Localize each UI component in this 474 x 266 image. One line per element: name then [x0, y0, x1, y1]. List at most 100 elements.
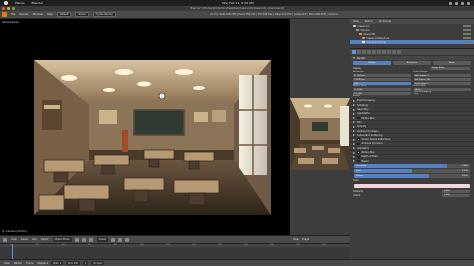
- properties-panel-header[interactable]: Bloom: [350, 158, 474, 163]
- object-type-icon: [359, 32, 362, 36]
- snap-icon[interactable]: [118, 237, 123, 242]
- start-frame-field[interactable]: Start: 1: [51, 261, 64, 265]
- properties-tab-icon[interactable]: [397, 50, 401, 54]
- image-editor-panel[interactable]: [290, 19, 350, 235]
- render-engine-select[interactable]: Cycles Render: [92, 12, 116, 17]
- timeline-ruler[interactable]: 0 20 40 60 80 100 120 140 160 180 200 220 240: [0, 244, 350, 247]
- bloom-color-swatch[interactable]: [354, 184, 470, 189]
- maximize-window-icon[interactable]: [12, 7, 15, 10]
- timeline-tick-label: 20: [36, 244, 39, 246]
- pivot-point-icon[interactable]: [81, 237, 86, 242]
- resolution-x-field[interactable]: X: 1920 px: [353, 73, 411, 78]
- properties-tab-icon[interactable]: [377, 50, 381, 54]
- visibility-toggle-icon[interactable]: [463, 41, 471, 43]
- menu-file[interactable]: File: [11, 13, 15, 16]
- properties-tab-icon[interactable]: [362, 50, 366, 54]
- battery-icon[interactable]: [461, 1, 464, 5]
- shading-mode-icon[interactable]: [74, 237, 79, 242]
- properties-editor[interactable]: Render Render Animation Audio Display Im…: [350, 49, 474, 259]
- timeline-tick-label: 160: [218, 244, 222, 246]
- visibility-toggle-icon[interactable]: [463, 29, 471, 31]
- visibility-toggle-icon[interactable]: [463, 33, 471, 35]
- properties-tab-icon[interactable]: [357, 50, 361, 54]
- visibility-toggle-icon[interactable]: [463, 37, 471, 39]
- bloom-slider[interactable]: Knee 0.500: [354, 168, 470, 173]
- interaction-mode-select[interactable]: Object Mode: [52, 237, 72, 242]
- 3d-viewport[interactable]: Camera Persp (1) Camera (dummy): [0, 19, 290, 235]
- timeline-header: View Marker Frame Playback Start: 1 End:…: [0, 259, 474, 266]
- viewport-menu-select[interactable]: Select: [21, 238, 28, 241]
- timeline-editor[interactable]: 0 20 40 60 80 100 120 140 160 180 200 220 240: [0, 243, 350, 260]
- menubar-item-blender[interactable]: Blender: [32, 1, 44, 5]
- screen-layout-select[interactable]: Default: [56, 12, 72, 17]
- viewport-menu-view[interactable]: View: [11, 238, 17, 241]
- menubar-clock[interactable]: Mon Feb 11, 9:08 AM: [222, 1, 254, 5]
- panel-enable-checkbox[interactable]: [357, 159, 360, 163]
- render-animation-button[interactable]: Animation: [393, 61, 431, 65]
- layers-icon[interactable]: [111, 237, 116, 242]
- render-preview-icon[interactable]: [125, 237, 130, 242]
- properties-tab-icon[interactable]: [352, 50, 356, 54]
- crop-label[interactable]: Crop: [414, 93, 472, 95]
- menu-help[interactable]: Help: [47, 13, 53, 16]
- close-window-icon[interactable]: [2, 7, 5, 10]
- sync-mode-select[interactable]: No Sync: [91, 261, 105, 265]
- viewport-menu-object[interactable]: Object: [41, 238, 49, 241]
- outliner-menu-search[interactable]: Search: [365, 20, 373, 23]
- image-menu-view[interactable]: View: [293, 238, 299, 241]
- properties-tab-icon[interactable]: [387, 50, 391, 54]
- volume-icon[interactable]: [455, 1, 458, 5]
- render-still-button[interactable]: Render: [353, 61, 391, 65]
- timeline-menu-view[interactable]: View: [4, 262, 10, 265]
- power-icon[interactable]: [467, 1, 470, 5]
- timeline-tick-label: 140: [192, 244, 196, 246]
- scene-select[interactable]: Scene: [75, 12, 89, 17]
- timeline-playhead[interactable]: [12, 244, 13, 260]
- clamp-label: Clamp: [353, 193, 361, 197]
- end-frame-field[interactable]: End: 250: [66, 261, 81, 265]
- aspect-x-field[interactable]: X: 1.000: [353, 87, 411, 92]
- display-select[interactable]: Image Editor: [430, 66, 470, 70]
- manipulator-icon[interactable]: [88, 237, 93, 242]
- render-audio-button[interactable]: Audio: [433, 61, 471, 65]
- bloom-slider[interactable]: Radius 6.500: [354, 173, 470, 178]
- intensity-field[interactable]: 0.050: [442, 189, 470, 193]
- slider-value: 6.500: [462, 174, 468, 177]
- menubar-item-places[interactable]: Places: [15, 1, 25, 5]
- blender-logo-icon[interactable]: [2, 12, 7, 17]
- properties-tab-icon[interactable]: [367, 50, 371, 54]
- scene-stats: v2.79 | Verts:156,738 | Faces:150,791 | …: [210, 13, 338, 16]
- timeline-menu-marker[interactable]: Marker: [14, 262, 22, 265]
- editor-type-icon[interactable]: [3, 237, 7, 242]
- properties-tab-icon[interactable]: [382, 50, 386, 54]
- visibility-toggle-icon[interactable]: [463, 25, 471, 27]
- menu-window[interactable]: Window: [33, 13, 43, 16]
- menubar-status-icons: [449, 1, 470, 5]
- border-label[interactable]: Border: [353, 95, 411, 97]
- timeline-menu-playback[interactable]: Playback: [37, 262, 48, 265]
- outliner-display-mode-select[interactable]: All Scenes: [379, 20, 391, 23]
- current-frame-field[interactable]: 1: [83, 261, 89, 265]
- viewport-menu-add[interactable]: Add: [32, 238, 37, 241]
- outliner-row[interactable]: Camera(dummy): [350, 40, 474, 44]
- minimize-window-icon[interactable]: [7, 7, 10, 10]
- timeline-menu-frame[interactable]: Frame: [26, 262, 33, 265]
- outliner-menu-view[interactable]: View: [353, 20, 359, 23]
- bloom-slider[interactable]: Threshold 0.800: [354, 163, 470, 168]
- outliner[interactable]: View Search All Scenes Classroom Camera Sc…: [350, 19, 474, 49]
- image-menu-image[interactable]: Image: [302, 238, 310, 241]
- transform-orientation-select[interactable]: Global: [96, 237, 109, 242]
- end-frame-input[interactable]: End Frame: 250: [413, 77, 471, 82]
- clamp-field[interactable]: 1.000: [442, 193, 470, 197]
- start-frame-input[interactable]: Start Frame: 1: [413, 73, 471, 78]
- wifi-icon[interactable]: [449, 1, 452, 5]
- apple-menu-icon[interactable]: [4, 1, 8, 5]
- menu-render[interactable]: Render: [19, 13, 28, 16]
- slider-label: Knee: [356, 169, 362, 172]
- properties-tab-icon[interactable]: [392, 50, 396, 54]
- timeline-tick-label: 80: [114, 244, 117, 246]
- resolution-y-field[interactable]: Y: 1080 px: [353, 77, 411, 82]
- timeline-tick-label: 120: [166, 244, 170, 246]
- properties-tab-icon[interactable]: [372, 50, 376, 54]
- window-controls: [2, 7, 15, 10]
